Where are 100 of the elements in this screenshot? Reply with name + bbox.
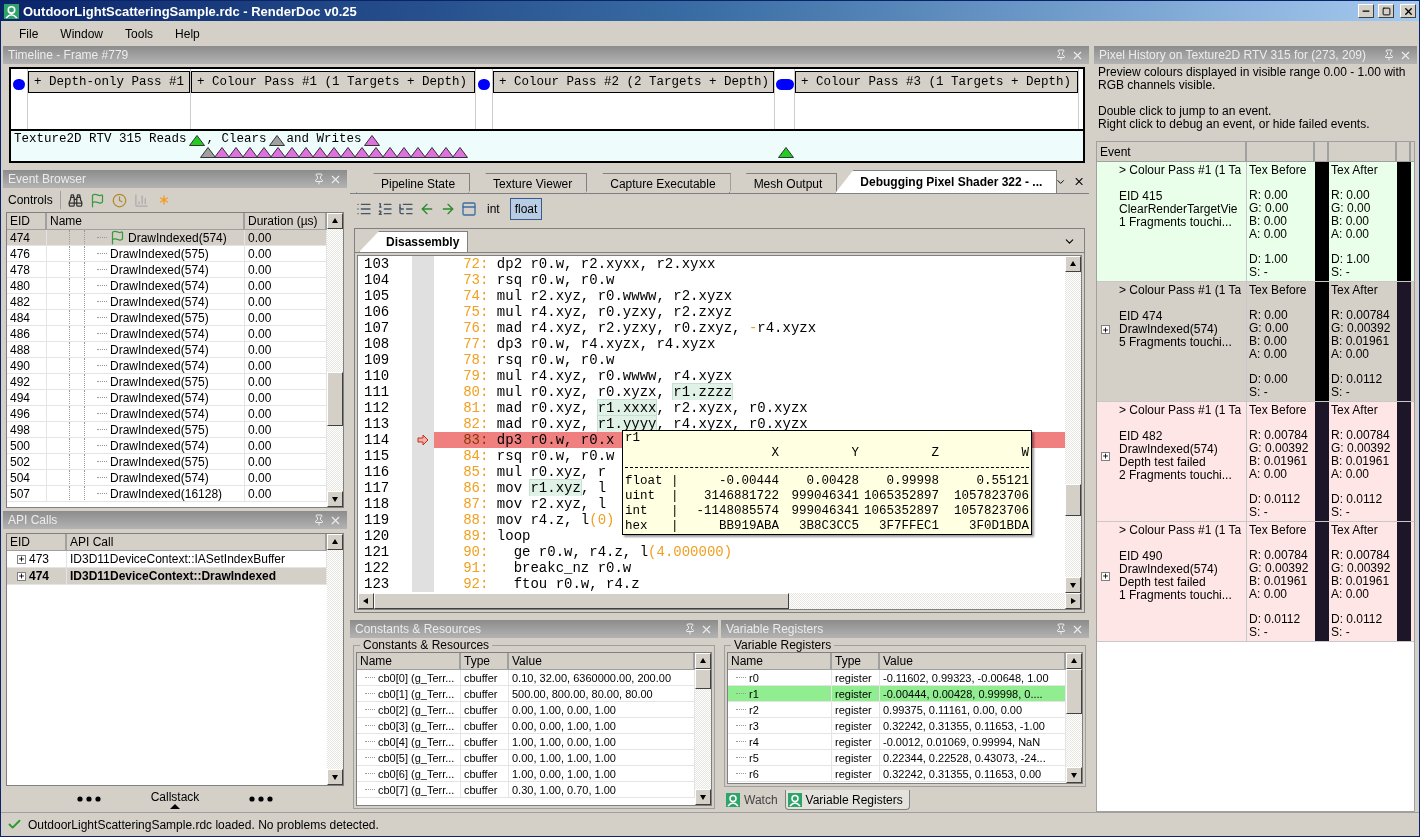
window-icon[interactable] [461, 201, 477, 217]
event-marker-icon[interactable] [775, 79, 794, 90]
menu-item[interactable]: File [9, 24, 49, 43]
arrow-right-icon[interactable] [1069, 597, 1077, 605]
numbered-list-icon[interactable] [377, 201, 393, 217]
format-toggle[interactable]: float [509, 198, 543, 220]
grip-icon[interactable] [76, 796, 101, 802]
column-header[interactable]: Duration (µs) [245, 213, 327, 230]
event-row[interactable]: 504 DrawIndexed(574) 0.00 [7, 470, 327, 486]
event-marker-icon[interactable] [478, 79, 490, 90]
document-tab[interactable]: Debugging Pixel Shader 322 - ... [835, 170, 1058, 193]
event-row[interactable]: 496 DrawIndexed(574) 0.00 [7, 406, 327, 422]
pin-icon[interactable] [313, 514, 325, 526]
register-row[interactable]: r4 register -0.0012, 0.01069, 0.99994, NaN [728, 734, 1066, 750]
column-header[interactable]: API Call [67, 534, 327, 551]
event-row[interactable]: 490 DrawIndexed(574) 0.00 [7, 358, 327, 374]
document-tab[interactable]: Pipeline State [356, 173, 471, 193]
history-row[interactable]: > Colour Pass #1 (1 Ta EID 474 DrawIndexed(574) 5 Fragments touchi... Tex Before R: 0.00 G: 0.00 B: 0.00 A: 0.00 D: 0.00 S: - Tex After R: 0.00784 G: 0.00392 B: 0.01961 A: 0.00 D: 0.0112 S: - [1097, 282, 1414, 402]
menu-item[interactable]: Window [50, 24, 114, 43]
pin-icon[interactable] [313, 173, 325, 185]
code-editor[interactable] [358, 256, 1081, 593]
history-row[interactable] [1097, 522, 1414, 642]
event-row[interactable]: 494 DrawIndexed(574) 0.00 [7, 390, 327, 406]
pass-label[interactable]: + Colour Pass #2 (2 Targets + Depth) [493, 71, 774, 93]
expand-icon[interactable] [1101, 571, 1110, 581]
event-row[interactable]: 492 DrawIndexed(575) 0.00 [7, 374, 327, 390]
arrow-up-icon[interactable] [331, 538, 339, 546]
timeline-chart[interactable]: + Depth-only Pass #1 + Colour Pass #1 (1 Targets + Depth) + Colour Pass #2 (2 Targets + Depth) + Colour Pass #3 (1 Targets + Depth) Texture2D RTV 315 Reads , Clears and Writes [9, 67, 1085, 163]
format-toggle[interactable]: int [482, 198, 505, 220]
arrow-down-icon[interactable] [331, 495, 339, 503]
arrow-up-icon[interactable] [699, 657, 707, 665]
close-button[interactable] [1400, 4, 1416, 18]
document-tab[interactable]: Capture Executable [585, 173, 731, 193]
event-row[interactable]: 478 DrawIndexed(574) 0.00 [7, 262, 327, 278]
event-row[interactable]: 476 DrawIndexed(575) 0.00 [7, 246, 327, 262]
minimize-button[interactable] [1358, 4, 1374, 18]
register-row[interactable]: r1 register -0.00444, 0.00428, 0.99998, 0.... [728, 686, 1066, 702]
tree-list-icon[interactable] [398, 201, 414, 217]
menu-item[interactable]: Tools [115, 24, 164, 43]
event-row[interactable]: 502 DrawIndexed(575) 0.00 [7, 454, 327, 470]
document-tab[interactable]: Texture Viewer [468, 173, 588, 193]
editor-tab[interactable]: Disassembly [359, 231, 469, 252]
event-row[interactable]: 498 DrawIndexed(575) 0.00 [7, 422, 327, 438]
scroll-thumb[interactable] [1066, 669, 1082, 715]
arrow-left-icon[interactable] [362, 597, 370, 605]
scrollbar[interactable] [695, 653, 711, 805]
column-header[interactable]: Name [47, 213, 245, 230]
column-header[interactable]: EID [7, 213, 47, 230]
pin-icon[interactable] [1383, 49, 1395, 61]
column-header[interactable]: Type [461, 653, 509, 670]
column-header[interactable]: Value [509, 653, 695, 670]
column-header[interactable]: Name [357, 653, 461, 670]
gutter-cell[interactable] [412, 256, 434, 272]
scroll-thumb[interactable] [695, 669, 711, 689]
column-header[interactable]: Event [1097, 142, 1247, 162]
event-marker-icon[interactable] [13, 79, 25, 90]
scroll-thumb[interactable] [327, 372, 343, 426]
arrow-up-icon[interactable] [1069, 260, 1077, 268]
scroll-thumb[interactable] [1065, 484, 1081, 517]
api-call-row[interactable]: 474 ID3D11DeviceContext::DrawIndexed [7, 568, 327, 585]
maximize-button[interactable] [1378, 4, 1394, 18]
pass-label[interactable]: + Depth-only Pass #1 [28, 71, 190, 93]
expand-icon[interactable] [1101, 325, 1110, 334]
arrow-down-icon[interactable] [1070, 771, 1078, 779]
column-header[interactable]: Value [880, 653, 1066, 670]
list-icon[interactable] [356, 201, 372, 217]
panel-tab[interactable]: Variable Registers [784, 790, 910, 810]
register-row[interactable]: r0 register -0.11602, 0.99323, -0.00648, 1.00 [728, 670, 1066, 686]
arrow-up-icon[interactable] [1070, 657, 1078, 665]
event-row[interactable]: 480 DrawIndexed(574) 0.00 [7, 278, 327, 294]
event-row[interactable]: 484 DrawIndexed(575) 0.00 [7, 310, 327, 326]
event-row[interactable]: 500 DrawIndexed(574) 0.00 [7, 438, 327, 454]
caret-icon[interactable] [170, 803, 180, 809]
event-row[interactable]: 507 DrawIndexed(16128) 0.00 [7, 486, 327, 502]
expand-icon[interactable] [17, 571, 26, 581]
arrow-up-icon[interactable] [331, 217, 339, 225]
scroll-thumb[interactable] [374, 593, 790, 609]
column-header[interactable]: EID [7, 534, 67, 551]
menu-item[interactable]: Help [165, 24, 210, 43]
document-tab[interactable]: Mesh Output [728, 173, 838, 193]
find-icon[interactable] [67, 192, 83, 208]
arrow-down-icon[interactable] [699, 793, 707, 801]
pin-icon[interactable] [684, 623, 696, 635]
register-row[interactable]: r2 register 0.99375, 0.11161, 0.00, 0.00 [728, 702, 1066, 718]
pin-icon[interactable] [1055, 623, 1067, 635]
scrollbar[interactable] [1065, 256, 1081, 593]
pin-icon[interactable] [1055, 49, 1067, 61]
scrollbar[interactable] [327, 213, 343, 507]
api-call-row[interactable]: 473 ID3D11DeviceContext::IASetIndexBuffer [7, 551, 327, 568]
register-row[interactable]: r6 register 0.32242, 0.31355, 0.11653, 0.00 [728, 766, 1066, 782]
pass-label[interactable]: + Colour Pass #3 (1 Targets + Depth) [795, 71, 1078, 93]
gutter-cell[interactable] [412, 576, 434, 592]
scrollbar[interactable] [358, 593, 1081, 609]
event-row[interactable]: 488 DrawIndexed(574) 0.00 [7, 342, 327, 358]
scrollbar[interactable] [327, 534, 343, 785]
register-row[interactable]: r5 register 0.22344, 0.22528, 0.43073, -24... [728, 750, 1066, 766]
history-row[interactable]: > Colour Pass #1 (1 Ta EID 415 ClearRenderTargetVie 1 Fragments touchi... Tex Before R: 0.00 G: 0.00 B: 0.00 A: 0.00 D: 1.00 S: - Tex After R: 0.00 G: 0.00 B: 0.00 A: 0.00 D: 1.00 S: - [1097, 162, 1414, 282]
arrow-down-icon[interactable] [331, 773, 339, 781]
pass-label[interactable]: + Colour Pass #1 (1 Targets + Depth) [191, 71, 475, 93]
column-header[interactable]: Name [728, 653, 832, 670]
